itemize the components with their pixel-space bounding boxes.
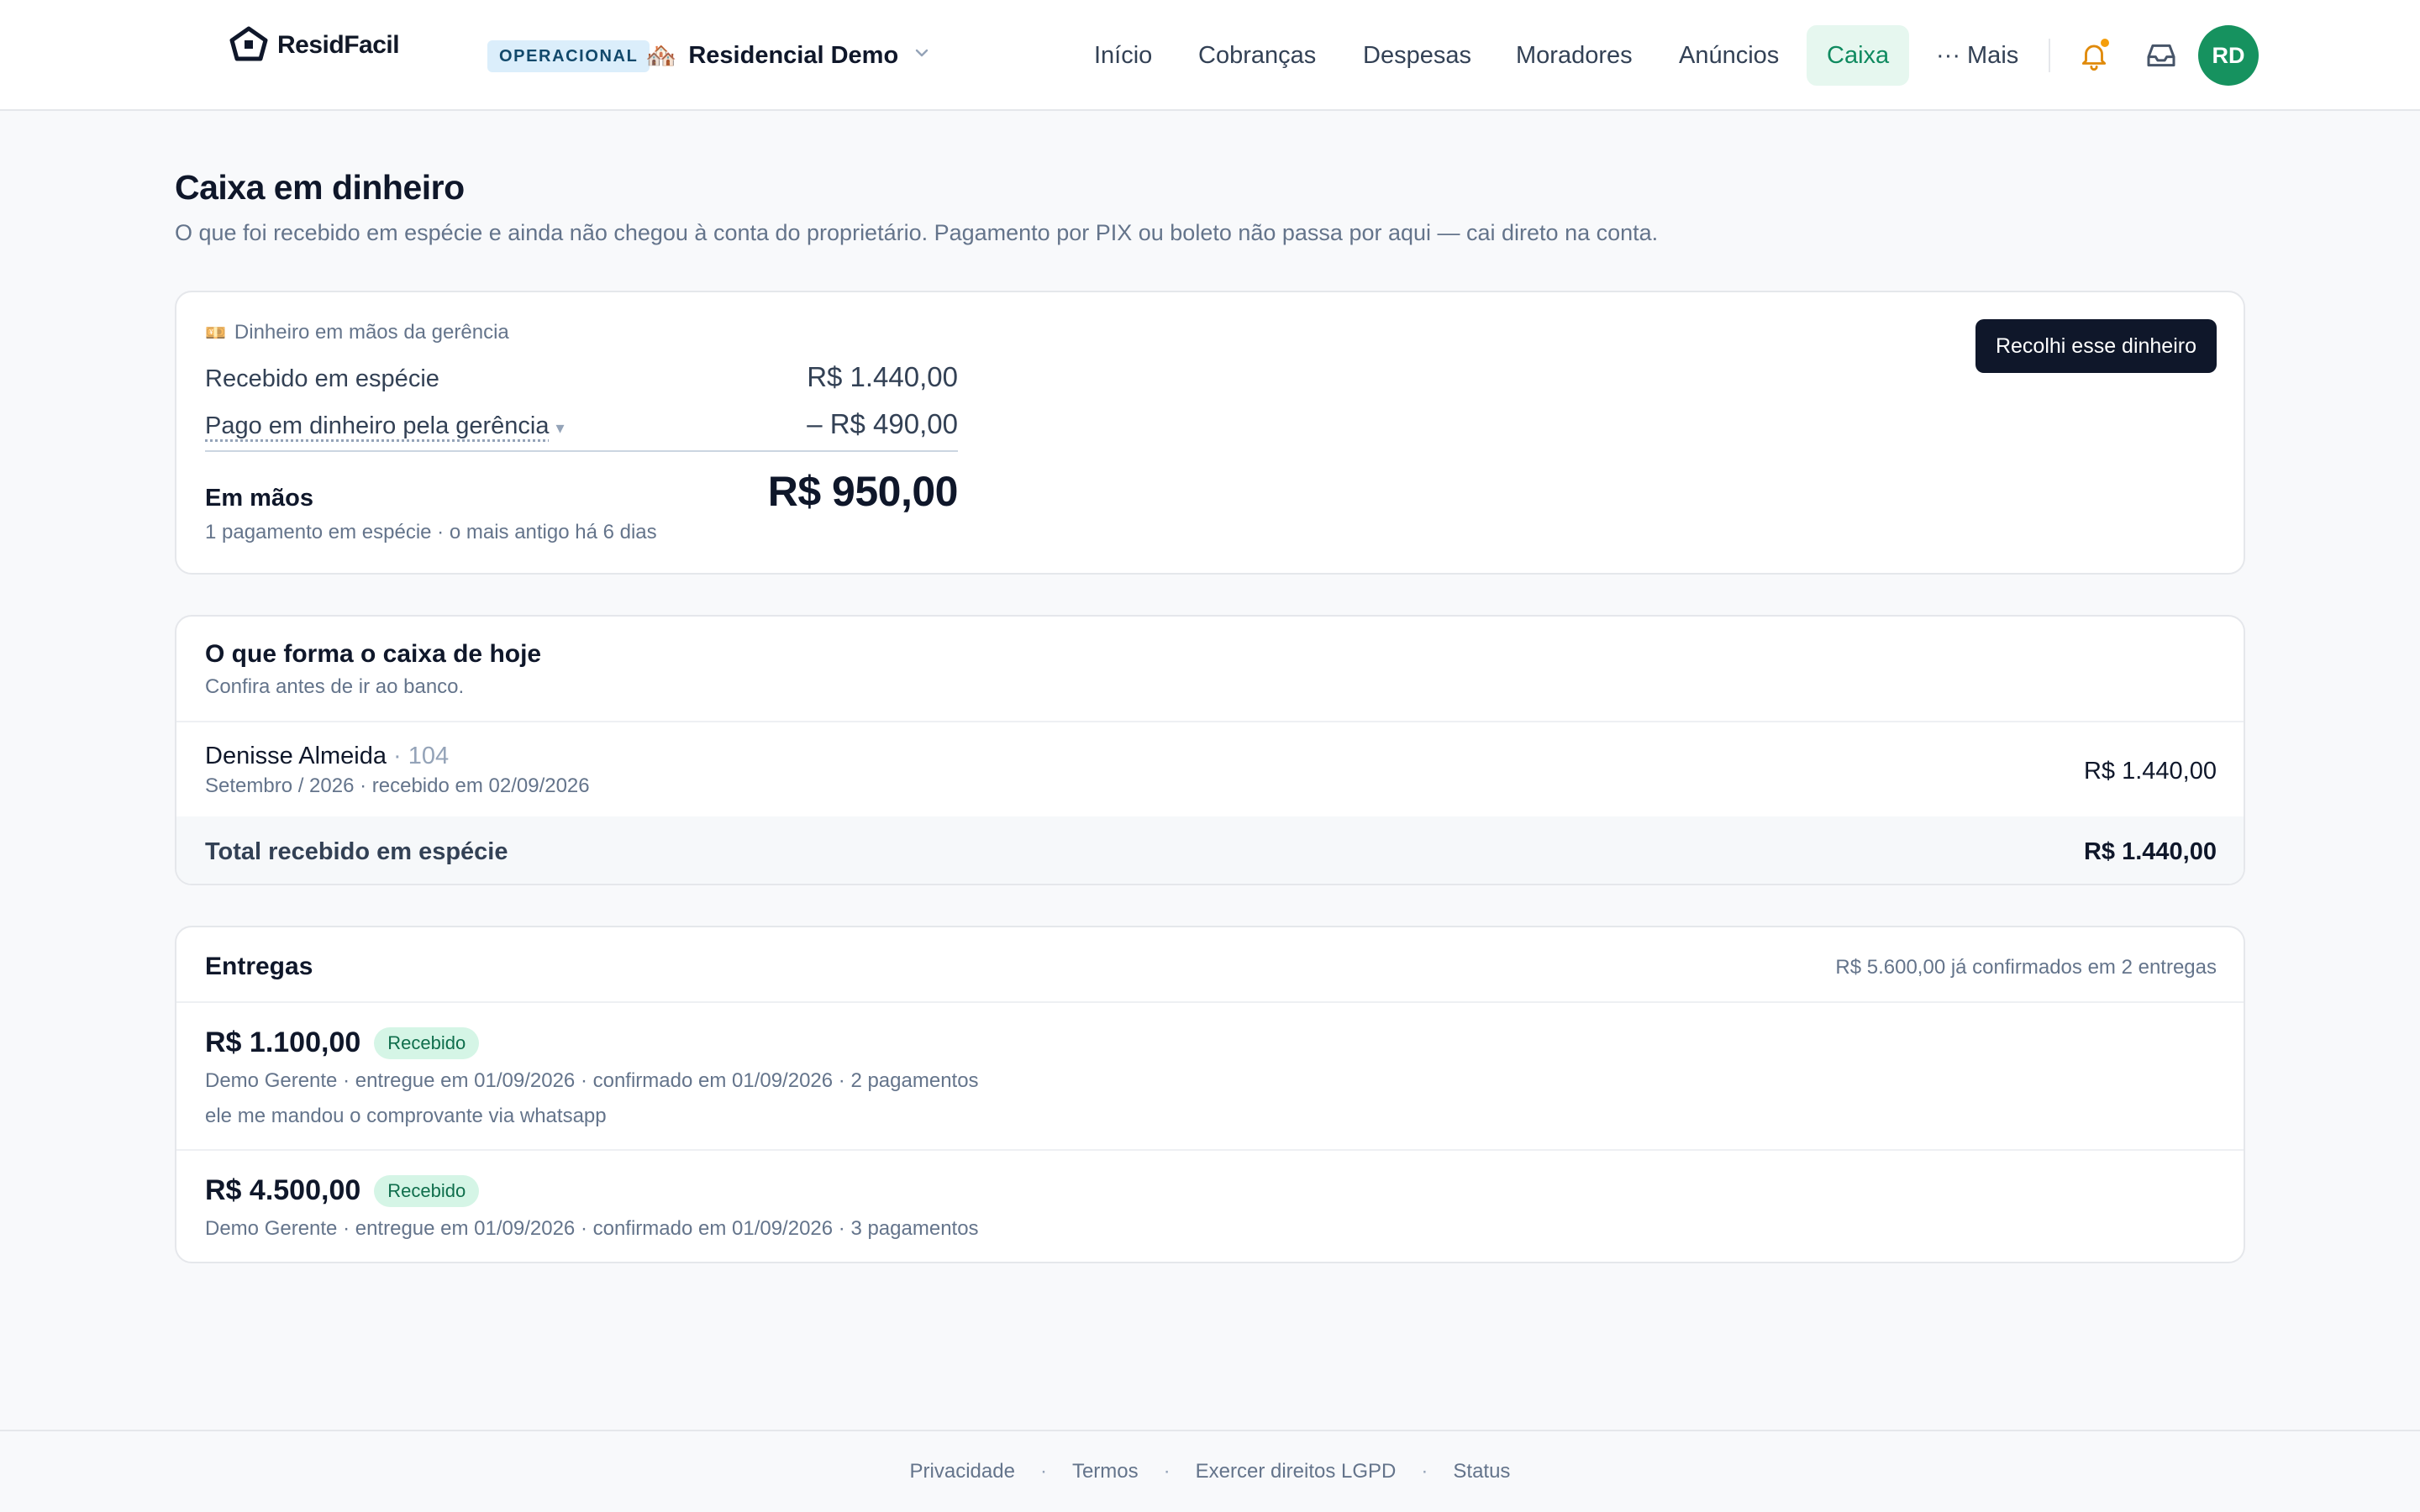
footer-link-status[interactable]: Status xyxy=(1453,1460,1510,1483)
cash-total-label: Total recebido em espécie xyxy=(205,838,508,865)
status-badge: Recebido xyxy=(374,1026,480,1059)
nav-item-cobrancas[interactable]: Cobranças xyxy=(1178,25,1336,86)
page-footer: Privacidade · Termos · Exercer direitos LGPD… xyxy=(0,1430,2420,1512)
footer-link-terms[interactable]: Termos xyxy=(1072,1460,1139,1483)
summary-divider xyxy=(205,450,958,452)
nav-item-mais[interactable]: ··· Mais xyxy=(1916,25,2039,86)
footer-separator: · xyxy=(1421,1460,1428,1483)
delivery-amount: R$ 1.100,00 xyxy=(205,1026,361,1058)
received-cash-label: Recebido em espécie xyxy=(205,365,439,392)
status-badge: OPERACIONAL xyxy=(487,40,650,72)
paid-cash-value: – R$ 490,00 xyxy=(807,408,958,439)
today-cash-card: O que forma o caixa de hoje Confira ante… xyxy=(175,615,2245,885)
brand-logo[interactable]: ResidFacil xyxy=(229,24,400,67)
deliveries-summary: R$ 5.600,00 já confirmados em 2 entregas xyxy=(1835,956,2217,979)
delivery-item: R$ 4.500,00 Recebido Demo Gerente · entre… xyxy=(205,1174,979,1241)
paid-cash-row: Pago em dinheiro pela gerência ▾ – R$ 490… xyxy=(205,408,958,440)
payment-amount: R$ 1.440,00 xyxy=(2083,758,2217,785)
top-navigation-bar: ResidFacil OPERACIONAL 🏘️ Residencial De… xyxy=(0,0,2420,111)
condo-switcher[interactable]: 🏘️ Residencial Demo xyxy=(645,37,930,74)
footer-link-lgpd[interactable]: Exercer direitos LGPD xyxy=(1196,1460,1397,1483)
inbox-button[interactable] xyxy=(2139,34,2183,77)
footer-separator: · xyxy=(1163,1460,1171,1483)
card-divider xyxy=(176,1149,2244,1151)
banknote-icon: 💴 xyxy=(205,323,226,343)
caret-down-icon[interactable]: ▾ xyxy=(556,419,565,438)
cash-total-value: R$ 1.440,00 xyxy=(2083,838,2217,865)
cash-summary-card: 💴 Dinheiro em mãos da gerência Recebido … xyxy=(175,291,2245,575)
nav-item-despesas[interactable]: Despesas xyxy=(1343,25,1491,86)
inbox-icon xyxy=(2147,44,2175,67)
nav-item-caixa[interactable]: Caixa xyxy=(1807,25,1910,86)
delivery-item: R$ 1.100,00 Recebido Demo Gerente · entre… xyxy=(205,1026,979,1128)
status-badge: Recebido xyxy=(374,1174,480,1207)
cash-summary-footnote: 1 pagamento em espécie · o mais antigo h… xyxy=(205,521,657,543)
footer-separator: · xyxy=(1039,1460,1047,1483)
cash-summary-kicker-label: Dinheiro em mãos da gerência xyxy=(234,321,509,344)
notifications-button[interactable] xyxy=(2072,34,2116,77)
card-divider xyxy=(176,721,2244,722)
card-divider xyxy=(176,1001,2244,1003)
deliveries-card: Entregas R$ 5.600,00 já confirmados em 2… xyxy=(175,926,2245,1263)
payer-name: Denisse Almeida xyxy=(205,743,387,769)
brand-name: ResidFacil xyxy=(277,31,400,59)
chevron-down-icon xyxy=(913,45,930,66)
paid-cash-toggle[interactable]: Pago em dinheiro pela gerência ▾ xyxy=(205,412,565,440)
nav-item-moradores[interactable]: Moradores xyxy=(1496,25,1653,86)
nav-item-inicio[interactable]: Início xyxy=(1074,25,1172,86)
user-avatar[interactable]: RD xyxy=(2198,25,2259,86)
payer-name-line: Denisse Almeida · 104 xyxy=(205,743,449,770)
condo-emoji-icon: 🏘️ xyxy=(645,41,677,70)
nav-divider xyxy=(2049,39,2050,72)
page-title: Caixa em dinheiro xyxy=(175,168,465,207)
cash-summary-kicker: 💴 Dinheiro em mãos da gerência xyxy=(205,321,509,344)
today-cash-subtitle: Confira antes de ir ao banco. xyxy=(205,675,465,698)
payer-unit: · 104 xyxy=(387,743,450,769)
delivery-meta: Demo Gerente · entregue em 01/09/2026 · … xyxy=(205,1069,979,1092)
in-hand-row: Em mãos R$ 950,00 xyxy=(205,467,959,516)
condo-name: Residencial Demo xyxy=(688,41,899,69)
in-hand-label: Em mãos xyxy=(205,485,313,512)
notification-dot xyxy=(2099,37,2111,49)
deliveries-title: Entregas xyxy=(205,953,313,980)
cash-total-row: Total recebido em espécie R$ 1.440,00 xyxy=(176,816,2244,884)
in-hand-value: R$ 950,00 xyxy=(767,468,959,515)
collect-cash-button[interactable]: Recolhi esse dinheiro xyxy=(1975,319,2217,373)
footer-links: Privacidade · Termos · Exercer direitos LGPD… xyxy=(0,1460,2420,1483)
delivery-meta: Demo Gerente · entregue em 01/09/2026 · … xyxy=(205,1217,979,1240)
page-subtitle: O que foi recebido em espécie e ainda nã… xyxy=(175,220,1659,245)
house-logo-icon xyxy=(229,26,268,61)
received-cash-row: Recebido em espécie R$ 1.440,00 xyxy=(205,361,958,393)
delivery-amount: R$ 4.500,00 xyxy=(205,1174,361,1206)
today-cash-title: O que forma o caixa de hoje xyxy=(205,640,542,668)
received-cash-value: R$ 1.440,00 xyxy=(807,361,958,392)
nav-item-anuncios[interactable]: Anúncios xyxy=(1659,25,1799,86)
delivery-note: ele me mandou o comprovante via whatsapp xyxy=(205,1105,607,1127)
payment-meta: Setembro / 2026 · recebido em 02/09/2026 xyxy=(205,774,590,797)
paid-cash-label[interactable]: Pago em dinheiro pela gerência xyxy=(205,412,550,439)
footer-link-privacy[interactable]: Privacidade xyxy=(910,1460,1015,1483)
